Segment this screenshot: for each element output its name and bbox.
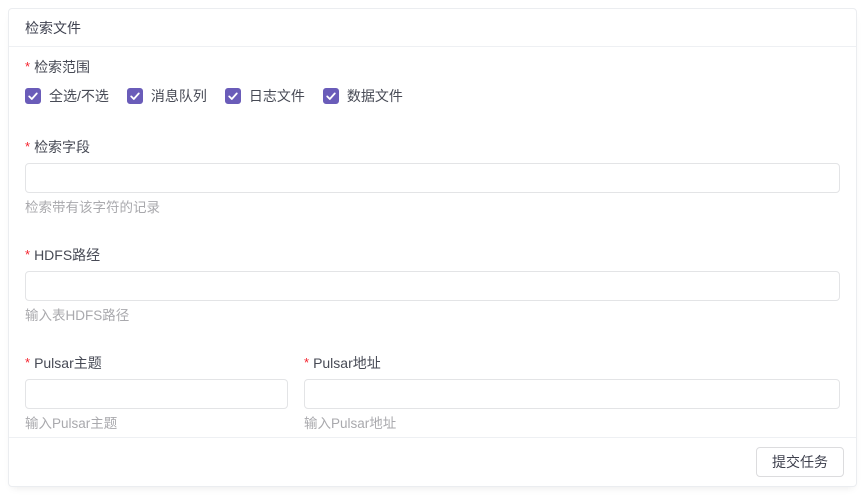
pulsar-address-help: 输入Pulsar地址 (304, 417, 840, 431)
search-field-input[interactable] (25, 163, 840, 193)
hdfs-path-help: 输入表HDFS路径 (25, 309, 840, 323)
search-files-panel: 检索文件 * 检索范围 全选/不选 消息队列 (8, 8, 857, 487)
required-mark: * (25, 59, 30, 74)
panel-header: 检索文件 (9, 9, 856, 47)
checkbox-message-queue[interactable]: 消息队列 (127, 85, 207, 107)
hdfs-path-label: * HDFS路经 (25, 245, 840, 265)
form-item-hdfs-path: * HDFS路经 输入表HDFS路径 (25, 245, 840, 323)
checkbox-label: 数据文件 (347, 85, 403, 107)
search-field-label: * 检索字段 (25, 137, 840, 157)
panel-footer: 提交任务 (9, 437, 856, 486)
checkbox-checked-icon[interactable] (25, 88, 41, 104)
form-item-search-field: * 检索字段 检索带有该字符的记录 (25, 137, 840, 215)
pulsar-address-label: * Pulsar地址 (304, 353, 840, 373)
pulsar-topic-label-text: Pulsar主题 (34, 355, 102, 371)
hdfs-path-input[interactable] (25, 271, 840, 301)
panel-body: * 检索范围 全选/不选 消息队列 (9, 47, 856, 437)
checkbox-label: 消息队列 (151, 85, 207, 107)
hdfs-path-label-text: HDFS路经 (34, 247, 100, 263)
checkbox-checked-icon[interactable] (127, 88, 143, 104)
checkbox-data-file[interactable]: 数据文件 (323, 85, 403, 107)
required-mark: * (25, 247, 30, 262)
checkbox-checked-icon[interactable] (225, 88, 241, 104)
form-item-pulsar-address: * Pulsar地址 输入Pulsar地址 (304, 353, 840, 431)
required-mark: * (25, 355, 30, 370)
search-field-label-text: 检索字段 (34, 139, 90, 155)
checkbox-checked-icon[interactable] (323, 88, 339, 104)
search-field-help: 检索带有该字符的记录 (25, 201, 840, 215)
form-row-pulsar: * Pulsar主题 输入Pulsar主题 * Pulsar地址 输入Pulsar地… (25, 353, 840, 431)
submit-task-button[interactable]: 提交任务 (756, 447, 844, 477)
pulsar-topic-input[interactable] (25, 379, 288, 409)
form-item-pulsar-topic: * Pulsar主题 输入Pulsar主题 (25, 353, 288, 431)
panel-title: 检索文件 (25, 18, 81, 38)
pulsar-address-input[interactable] (304, 379, 840, 409)
required-mark: * (25, 139, 30, 154)
scope-label: * 检索范围 (25, 57, 840, 77)
scope-checkbox-group: 全选/不选 消息队列 日志文件 (25, 85, 840, 107)
checkbox-select-all[interactable]: 全选/不选 (25, 85, 109, 107)
checkbox-log-file[interactable]: 日志文件 (225, 85, 305, 107)
pulsar-topic-help: 输入Pulsar主题 (25, 417, 288, 431)
pulsar-topic-label: * Pulsar主题 (25, 353, 288, 373)
checkbox-label: 全选/不选 (49, 85, 109, 107)
pulsar-address-label-text: Pulsar地址 (313, 355, 381, 371)
checkbox-label: 日志文件 (249, 85, 305, 107)
scope-label-text: 检索范围 (34, 59, 90, 75)
form-item-scope: * 检索范围 全选/不选 消息队列 (25, 57, 840, 107)
required-mark: * (304, 355, 309, 370)
